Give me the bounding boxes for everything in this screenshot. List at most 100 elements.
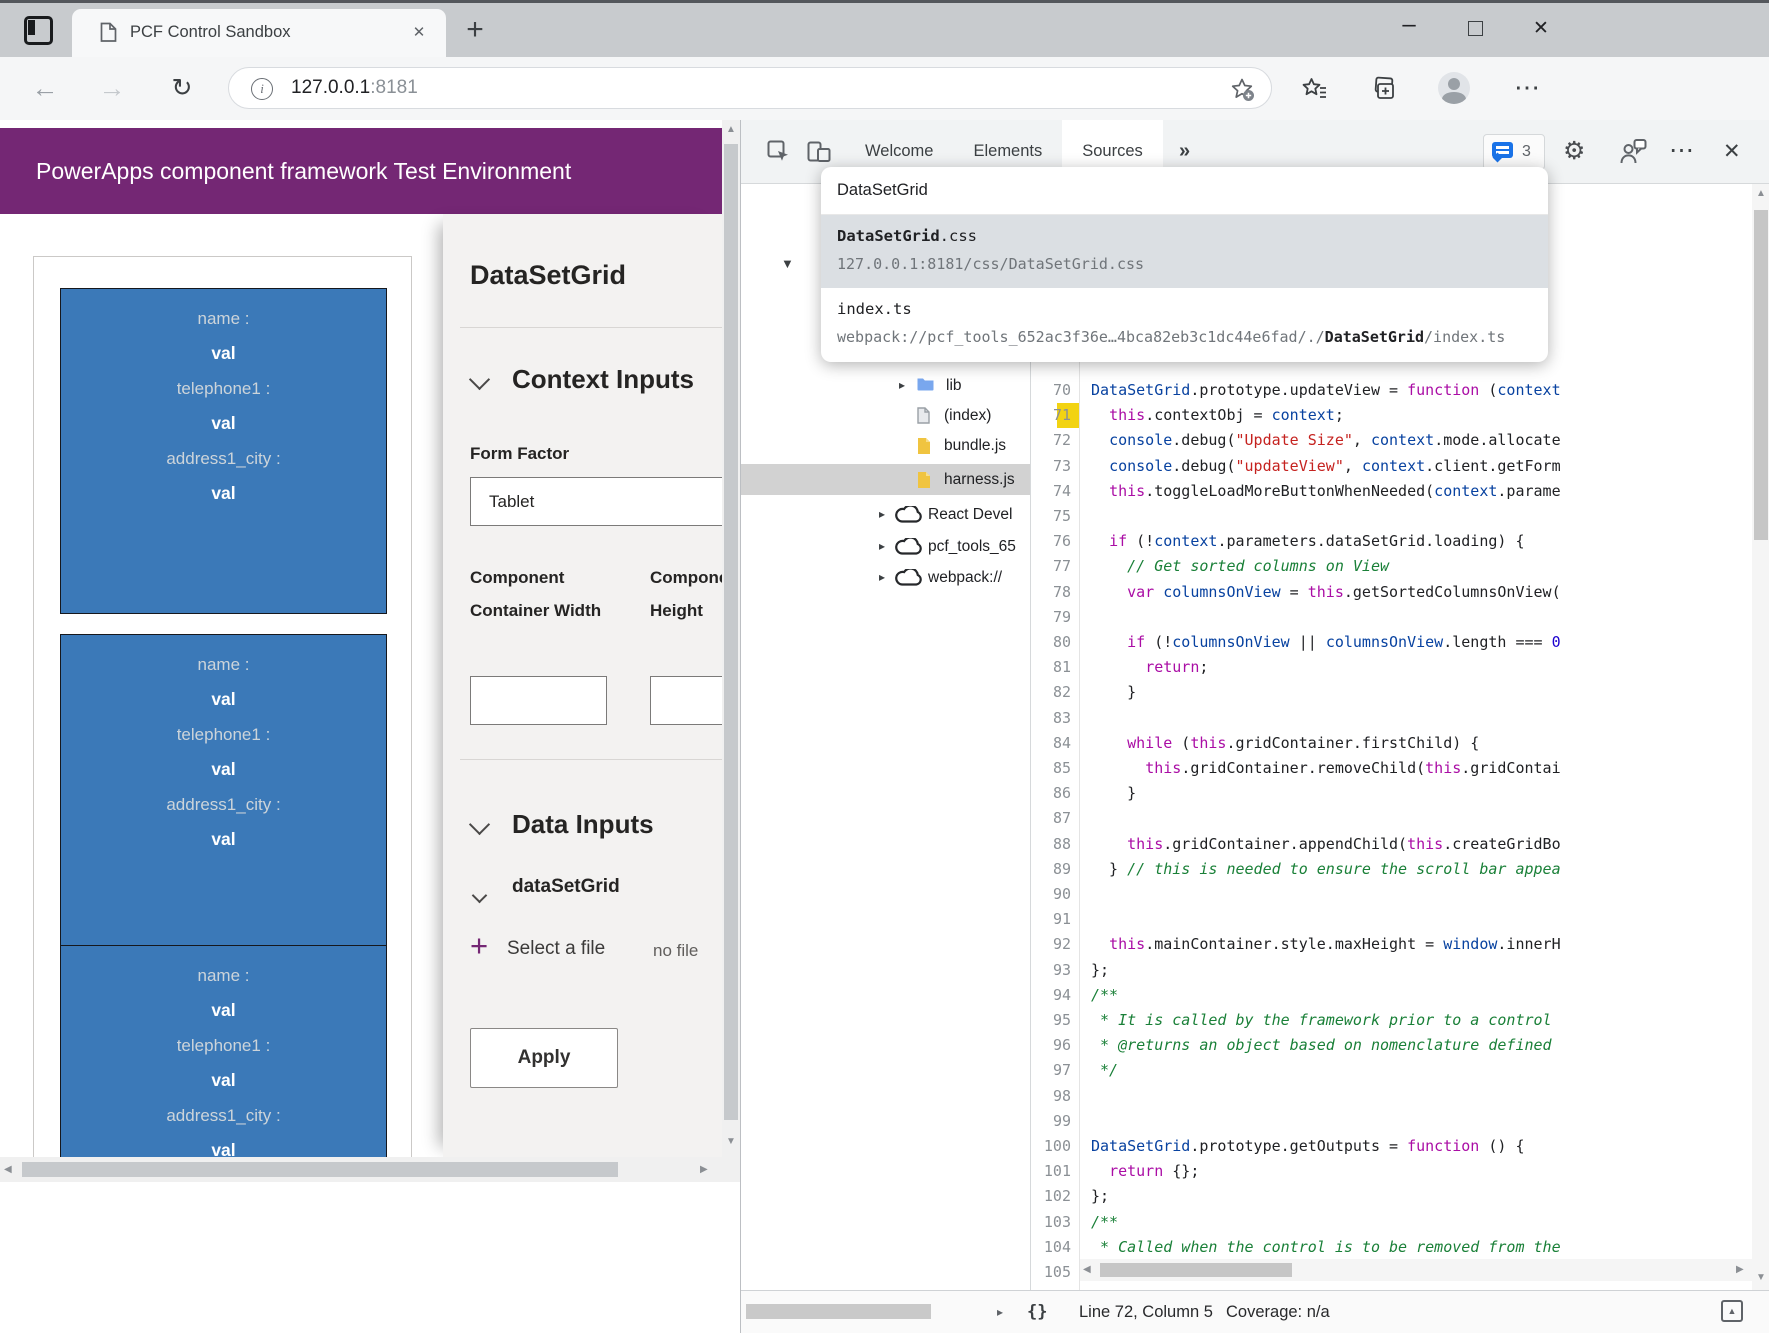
quickopen-result[interactable]: index.tswebpack://pcf_tools_652ac3f36e…4…	[821, 288, 1548, 362]
line-number[interactable]: 90	[1031, 882, 1071, 907]
container-height-input[interactable]	[650, 676, 722, 725]
line-number[interactable]: 84	[1031, 731, 1071, 756]
refresh-button[interactable]: ↻	[162, 57, 202, 119]
site-info-icon[interactable]: i	[251, 78, 273, 100]
line-number[interactable]: 82	[1031, 680, 1071, 705]
inspect-element-icon[interactable]	[767, 140, 790, 168]
line-number[interactable]: 83	[1031, 706, 1071, 731]
tree-row-bundle-js[interactable]: bundle.js	[741, 430, 1030, 461]
scrollbar-thumb[interactable]	[1100, 1263, 1292, 1277]
scroll-up-icon[interactable]: ▲	[722, 124, 740, 135]
devtools-menu-icon[interactable]: ⋯	[1669, 120, 1695, 180]
line-number[interactable]: 86	[1031, 781, 1071, 806]
line-number[interactable]: 80	[1031, 630, 1071, 655]
line-number[interactable]: 93	[1031, 958, 1071, 983]
line-number[interactable]: 79	[1031, 605, 1071, 630]
tree-row--index-[interactable]: (index)	[741, 400, 1030, 431]
chevron-down-icon[interactable]	[469, 814, 490, 835]
window-maximize-button[interactable]	[1452, 6, 1498, 50]
browser-menu-icon[interactable]: ⋯	[1505, 57, 1551, 119]
tree-collapsed-icon[interactable]: ▸	[899, 379, 905, 392]
profile-avatar[interactable]	[1438, 72, 1470, 104]
forward-button[interactable]: →	[92, 57, 132, 119]
line-number[interactable]: 78	[1031, 580, 1071, 605]
line-number[interactable]: 72	[1031, 428, 1071, 453]
window-minimize-button[interactable]: –	[1386, 6, 1432, 50]
scroll-left-icon[interactable]: ◀	[4, 1157, 12, 1182]
form-factor-select[interactable]: Tablet	[470, 477, 722, 526]
line-number[interactable]: 75	[1031, 504, 1071, 529]
feedback-icon[interactable]	[1619, 138, 1647, 170]
page-horizontal-scrollbar[interactable]: ◀ ▶	[0, 1157, 740, 1182]
tree-collapsed-icon[interactable]: ▸	[879, 571, 885, 584]
select-file-button[interactable]: Select a file	[507, 938, 605, 960]
editor-horizontal-scrollbar[interactable]: ◀ ▶	[1080, 1259, 1752, 1281]
devtools-close-icon[interactable]: ✕	[1723, 120, 1741, 183]
new-tab-button[interactable]: +	[458, 10, 492, 50]
scroll-right-icon[interactable]: ▶	[1736, 1259, 1744, 1281]
add-favorite-icon[interactable]	[1229, 76, 1255, 102]
line-number[interactable]: 102	[1031, 1184, 1071, 1209]
scroll-right-icon[interactable]: ▶	[700, 1157, 708, 1182]
line-number[interactable]: 87	[1031, 806, 1071, 831]
settings-gear-icon[interactable]: ⚙	[1563, 120, 1585, 183]
tree-row-webpack-[interactable]: ▸webpack://	[741, 562, 1030, 593]
container-width-input[interactable]	[470, 676, 607, 725]
line-number[interactable]: 92	[1031, 932, 1071, 957]
navigator-scrollbar-thumb[interactable]	[746, 1304, 931, 1319]
statusbar-expander-icon[interactable]: ▸	[997, 1291, 1003, 1333]
line-number[interactable]: 74	[1031, 479, 1071, 504]
back-button[interactable]: ←	[25, 57, 65, 119]
line-number[interactable]: 71	[1031, 403, 1071, 428]
drawer-expand-icon[interactable]: ▲	[1721, 1300, 1743, 1322]
scroll-up-icon[interactable]: ▲	[1752, 188, 1769, 199]
line-number[interactable]: 91	[1031, 907, 1071, 932]
favorites-icon[interactable]	[1301, 75, 1328, 107]
line-number[interactable]: 73	[1031, 454, 1071, 479]
page-vertical-scrollbar[interactable]: ▲ ▼	[722, 120, 740, 1157]
line-number[interactable]: 100	[1031, 1134, 1071, 1159]
chevron-down-icon[interactable]	[472, 888, 488, 904]
line-number[interactable]: 103	[1031, 1210, 1071, 1235]
browser-tab-active[interactable]: PCF Control Sandbox ✕	[72, 9, 446, 57]
tree-row-harness-js[interactable]: harness.js	[741, 464, 1030, 495]
device-toolbar-icon[interactable]	[807, 141, 831, 168]
tree-collapsed-icon[interactable]: ▸	[879, 540, 885, 553]
tab-preview-button[interactable]	[20, 14, 56, 46]
tree-row-react-devel[interactable]: ▸React Devel	[741, 499, 1030, 530]
pretty-print-icon[interactable]: {}	[1027, 1291, 1047, 1333]
scrollbar-thumb[interactable]	[1754, 210, 1768, 540]
tree-collapsed-icon[interactable]: ▸	[879, 508, 885, 521]
data-inputs-heading[interactable]: Data Inputs	[512, 809, 654, 840]
line-number[interactable]: 97	[1031, 1058, 1071, 1083]
scroll-down-icon[interactable]: ▼	[1752, 1272, 1769, 1283]
dataset-grid-label[interactable]: dataSetGrid	[512, 876, 620, 898]
line-number[interactable]: 94	[1031, 983, 1071, 1008]
editor-vertical-scrollbar[interactable]: ▲ ▼	[1752, 184, 1769, 1290]
context-inputs-heading[interactable]: Context Inputs	[512, 364, 694, 395]
collections-icon[interactable]	[1369, 75, 1397, 107]
tab-close-icon[interactable]: ✕	[408, 22, 430, 44]
tree-row-lib[interactable]: ▸lib	[741, 370, 1030, 401]
line-number[interactable]: 96	[1031, 1033, 1071, 1058]
line-number[interactable]: 95	[1031, 1008, 1071, 1033]
line-number[interactable]: 77	[1031, 554, 1071, 579]
scroll-down-icon[interactable]: ▼	[722, 1136, 740, 1147]
quickopen-result[interactable]: DataSetGrid.css127.0.0.1:8181/css/DataSe…	[821, 215, 1548, 288]
line-number[interactable]: 104	[1031, 1235, 1071, 1260]
quick-open-input[interactable]: DataSetGrid	[821, 167, 1548, 215]
line-number[interactable]: 81	[1031, 655, 1071, 680]
line-number[interactable]: 76	[1031, 529, 1071, 554]
line-number[interactable]: 88	[1031, 832, 1071, 857]
window-close-button[interactable]: ✕	[1518, 6, 1564, 50]
scrollbar-thumb[interactable]	[22, 1162, 618, 1177]
line-number[interactable]: 99	[1031, 1109, 1071, 1134]
line-number[interactable]: 85	[1031, 756, 1071, 781]
chevron-down-icon[interactable]	[469, 369, 490, 390]
line-number[interactable]: 89	[1031, 857, 1071, 882]
apply-button[interactable]: Apply	[470, 1028, 618, 1088]
scroll-left-icon[interactable]: ◀	[1083, 1259, 1091, 1281]
scrollbar-thumb[interactable]	[724, 144, 738, 1120]
line-number[interactable]: 105	[1031, 1260, 1071, 1285]
line-number[interactable]: 98	[1031, 1084, 1071, 1109]
